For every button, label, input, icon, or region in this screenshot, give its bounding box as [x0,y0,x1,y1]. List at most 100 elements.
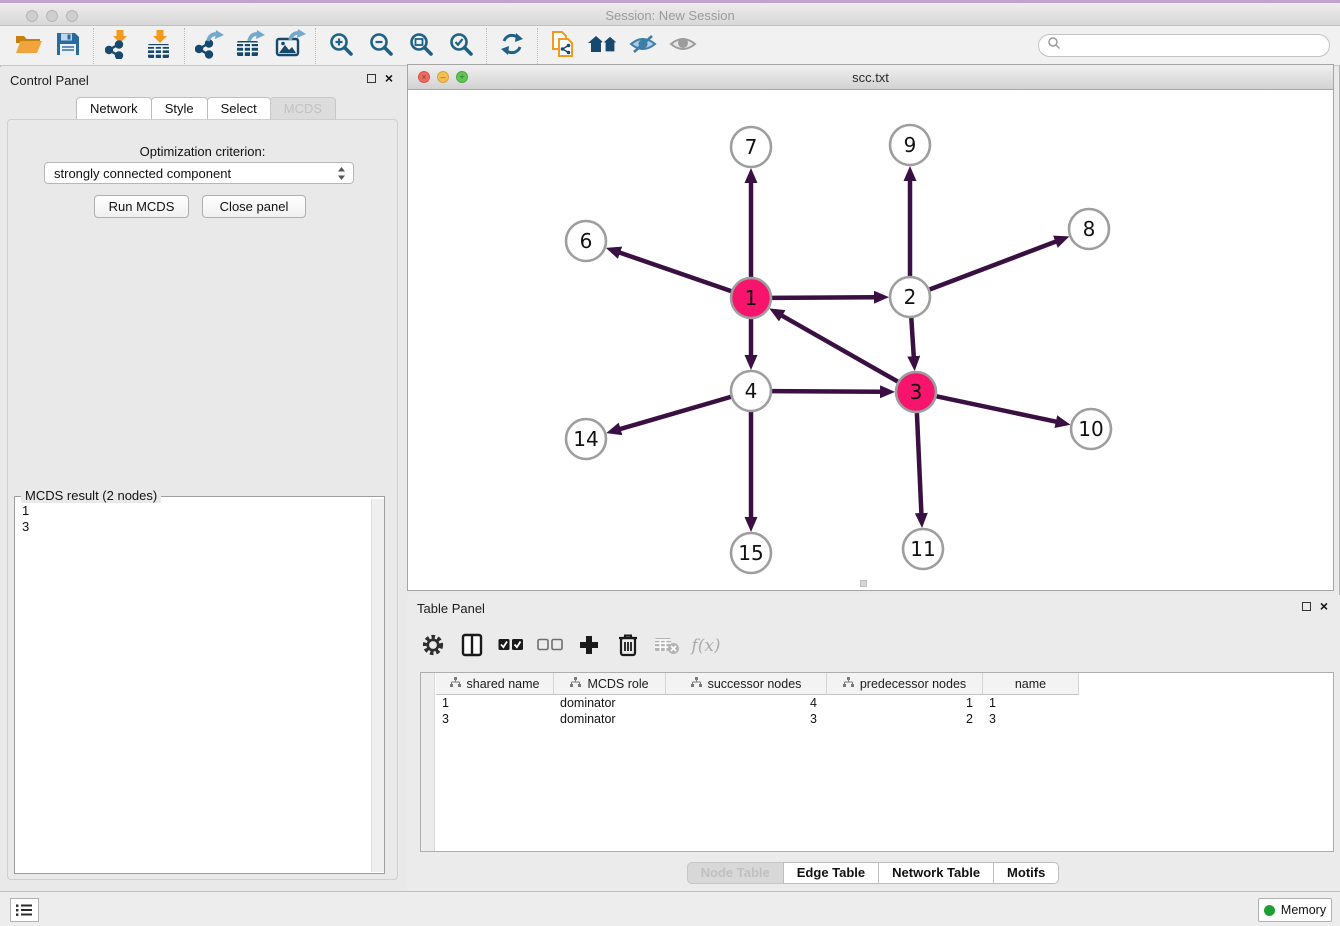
float-panel-icon[interactable] [367,74,376,83]
column-header-predecessor-nodes[interactable]: predecessor nodes [827,673,983,695]
delete-table-button[interactable] [655,634,679,658]
edge-4-3[interactable] [772,391,881,392]
open-folder-button[interactable] [8,29,48,63]
control-panel-title: Control Panel [10,73,89,88]
tab-style[interactable]: Style [151,97,208,121]
table-row[interactable]: 3dominator323 [436,711,1079,727]
edge-4-14[interactable] [620,397,731,429]
tab-network[interactable]: Network [76,97,152,121]
node-14[interactable]: 14 [566,419,606,459]
import-network-button[interactable] [99,29,139,63]
canvas-resize-grip[interactable] [860,580,867,587]
cell[interactable]: 1 [983,695,1079,711]
node-6[interactable]: 6 [566,221,606,261]
copy-style-button[interactable] [543,29,583,63]
close-panel-icon[interactable]: × [385,73,393,83]
dropdown-stepper-icon [337,166,346,184]
cell[interactable]: 4 [666,695,827,711]
tab-mcds[interactable]: MCDS [270,97,336,121]
tab-select[interactable]: Select [207,97,271,121]
node-9[interactable]: 9 [890,125,930,165]
zoom-selected-button[interactable] [441,29,481,63]
node-8[interactable]: 8 [1069,209,1109,249]
edge-3-1[interactable] [781,315,897,381]
column-header-MCDS-role[interactable]: MCDS role [554,673,666,695]
cell[interactable]: 3 [436,711,554,727]
home-button[interactable] [583,29,623,63]
column-header-name[interactable]: name [983,673,1079,695]
cell[interactable]: 2 [827,711,983,727]
node-7[interactable]: 7 [731,127,771,167]
cell[interactable]: 3 [666,711,827,727]
search-input[interactable] [1061,37,1329,55]
table-panel: Table Panel × f(x) shared nameMCDS roles… [407,595,1340,891]
node-4[interactable]: 4 [731,371,771,411]
deselect-all-button[interactable] [538,634,562,658]
cell[interactable]: 1 [827,695,983,711]
export-network-button[interactable] [190,29,230,63]
table-body: 1dominator4113dominator323 [436,695,1079,727]
zoom-fit-button[interactable] [401,29,441,63]
network-canvas[interactable]: 7 9 6 8 1 2 4 3 14 10 15 11 [408,90,1333,590]
save-button[interactable] [48,29,88,63]
zoom-out-button[interactable] [361,29,401,63]
list-icon [16,903,33,917]
cell[interactable]: dominator [554,695,666,711]
network-window-titlebar[interactable]: × – + scc.txt [408,65,1333,90]
table-row[interactable]: 1dominator411 [436,695,1079,711]
table-close-panel-icon[interactable]: × [1320,601,1328,611]
node-11[interactable]: 11 [903,529,943,569]
result-line: 3 [22,519,363,535]
show-panels-button[interactable] [663,29,703,63]
edge-3-11[interactable] [917,413,922,514]
delete-button[interactable] [616,634,640,658]
column-header-successor-nodes[interactable]: successor nodes [666,673,827,695]
edge-1-6[interactable] [619,252,731,291]
export-image-icon [275,29,306,62]
memory-button[interactable]: Memory [1258,898,1332,922]
node-2[interactable]: 2 [890,277,930,317]
edge-3-10[interactable] [937,396,1057,422]
table-float-panel-icon[interactable] [1302,602,1311,611]
tab-node-table[interactable]: Node Table [687,862,784,884]
close-panel-button[interactable]: Close panel [202,195,306,218]
svg-text:11: 11 [910,537,935,561]
network-view-window: × – + scc.txt 7 9 6 8 1 2 4 3 14 [407,64,1334,591]
tab-motifs[interactable]: Motifs [993,862,1059,884]
show-panels-icon [668,33,698,58]
run-mcds-button[interactable]: Run MCDS [94,195,189,218]
toolbar-separator [486,28,487,64]
node-15[interactable]: 15 [731,533,771,573]
import-table-icon [145,29,173,62]
column-header-shared-name[interactable]: shared name [436,673,554,695]
function-button[interactable]: f(x) [694,634,718,658]
cell[interactable]: 1 [436,695,554,711]
edge-1-2[interactable] [772,297,875,298]
svg-text:7: 7 [745,135,758,159]
tab-network-table[interactable]: Network Table [878,862,994,884]
columns-button[interactable] [460,634,484,658]
result-scrollbar[interactable] [371,499,384,872]
mcds-result-text[interactable]: 13 [15,499,370,873]
export-image-button[interactable] [270,29,310,63]
import-table-button[interactable] [139,29,179,63]
tab-edge-table[interactable]: Edge Table [783,862,879,884]
node-1[interactable]: 1 [731,278,771,318]
edge-2-8[interactable] [930,241,1057,289]
add-button[interactable] [577,634,601,658]
select-all-button[interactable] [499,634,523,658]
hide-panels-button[interactable] [623,29,663,63]
task-history-button[interactable] [10,898,39,922]
cell[interactable]: dominator [554,711,666,727]
node-3[interactable]: 3 [896,372,936,412]
zoom-in-button[interactable] [321,29,361,63]
gear-button[interactable] [421,634,445,658]
optimization-criterion-dropdown[interactable]: strongly connected component [44,162,354,184]
status-bar: Memory [0,891,1340,926]
edge-2-3[interactable] [911,318,914,357]
refresh-button[interactable] [492,29,532,63]
node-10[interactable]: 10 [1071,409,1111,449]
export-table-button[interactable] [230,29,270,63]
cell[interactable]: 3 [983,711,1079,727]
search-box[interactable] [1038,34,1330,57]
